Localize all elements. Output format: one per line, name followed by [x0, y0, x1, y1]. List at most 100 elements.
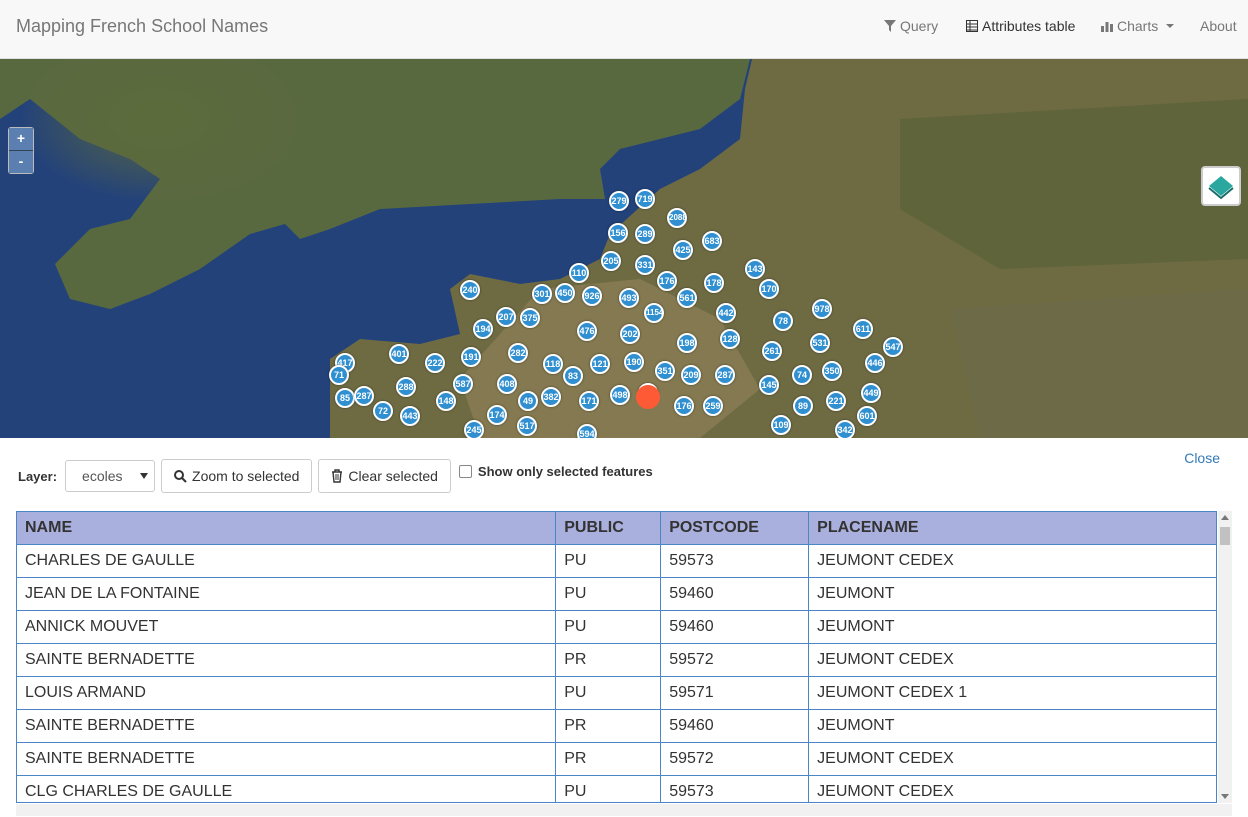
column-header-placename[interactable]: PLACENAME — [808, 512, 1216, 545]
clear-selected-button[interactable]: Clear selected — [318, 459, 451, 493]
map-cluster-marker[interactable]: 401 — [389, 344, 409, 364]
map-cluster-marker[interactable]: 110 — [569, 263, 589, 283]
map-cluster-marker[interactable]: 170 — [759, 279, 779, 299]
table-row[interactable]: ANNICK MOUVET PU 59460 JEUMONT — [17, 610, 1216, 644]
zoom-out-button[interactable]: - — [9, 151, 33, 173]
map-cluster-marker[interactable]: 446 — [865, 353, 885, 373]
show-only-selected-checkbox[interactable]: Show only selected features — [458, 464, 653, 479]
map-cluster-marker[interactable]: 443 — [400, 406, 420, 426]
map-cluster-marker[interactable]: 279 — [609, 191, 629, 211]
map-cluster-marker[interactable]: 176 — [674, 396, 694, 416]
map-cluster-marker[interactable]: 85 — [335, 388, 355, 408]
map-cluster-marker[interactable]: 121 — [590, 354, 610, 374]
map-cluster-marker[interactable]: 493 — [619, 288, 639, 308]
map-cluster-marker[interactable]: 143 — [745, 259, 765, 279]
map-cluster-marker[interactable]: 49 — [518, 391, 538, 411]
scroll-up-icon[interactable] — [1221, 515, 1229, 520]
map-cluster-marker[interactable]: 587 — [453, 374, 473, 394]
map-cluster-marker[interactable]: 449 — [861, 383, 881, 403]
map-cluster-marker[interactable]: 476 — [577, 321, 597, 341]
map-cluster-marker[interactable]: 594 — [577, 424, 597, 438]
map-cluster-marker[interactable]: 978 — [812, 299, 832, 319]
map-cluster-marker[interactable]: 288 — [396, 377, 416, 397]
map-cluster-marker[interactable]: 517 — [517, 416, 537, 436]
nav-attributes-table[interactable]: Attributes table — [966, 18, 1075, 34]
map-cluster-marker[interactable]: 174 — [487, 405, 507, 425]
map-cluster-marker[interactable]: 408 — [497, 374, 517, 394]
map-cluster-marker[interactable]: 601 — [857, 406, 877, 426]
map-cluster-marker[interactable]: 190 — [624, 352, 644, 372]
map-cluster-marker[interactable]: 683 — [702, 231, 722, 251]
selected-feature-marker[interactable] — [636, 385, 660, 409]
nav-about[interactable]: About — [1200, 18, 1237, 34]
map-cluster-marker[interactable]: 198 — [677, 333, 697, 353]
map-cluster-marker[interactable]: 547 — [883, 337, 903, 357]
map-cluster-marker[interactable]: 145 — [759, 375, 779, 395]
map-cluster-marker[interactable]: 1154 — [644, 303, 664, 323]
vertical-scrollbar[interactable] — [1218, 511, 1232, 803]
map-cluster-marker[interactable]: 205 — [601, 251, 621, 271]
map-cluster-marker[interactable]: 148 — [436, 391, 456, 411]
map-cluster-marker[interactable]: 176 — [657, 271, 677, 291]
zoom-in-button[interactable]: + — [9, 128, 33, 151]
map-cluster-marker[interactable]: 222 — [425, 353, 445, 373]
zoom-to-selected-button[interactable]: Zoom to selected — [161, 459, 313, 493]
app-title[interactable]: Mapping French School Names — [16, 16, 268, 37]
map-cluster-marker[interactable]: 561 — [677, 288, 697, 308]
map-cluster-marker[interactable]: 207 — [496, 307, 516, 327]
checkbox-box[interactable] — [458, 464, 472, 478]
map-cluster-marker[interactable]: 531 — [810, 333, 830, 353]
map-cluster-marker[interactable]: 83 — [563, 366, 583, 386]
nav-query[interactable]: Query — [884, 18, 938, 34]
table-row[interactable]: SAINTE BERNADETTE PR 59460 JEUMONT — [17, 709, 1216, 743]
map-cluster-marker[interactable]: 442 — [716, 303, 736, 323]
map-cluster-marker[interactable]: 245 — [464, 420, 484, 438]
map-cluster-marker[interactable]: 109 — [771, 415, 791, 435]
close-link[interactable]: Close — [1184, 450, 1220, 466]
map-cluster-marker[interactable]: 301 — [532, 284, 552, 304]
map-cluster-marker[interactable]: 287 — [715, 365, 735, 385]
map-cluster-marker[interactable]: 375 — [520, 308, 540, 328]
map-cluster-marker[interactable]: 202 — [620, 324, 640, 344]
column-header-postcode[interactable]: POSTCODE — [660, 512, 810, 545]
scrollbar-thumb[interactable] — [1220, 527, 1230, 545]
table-row[interactable]: SAINTE BERNADETTE PR 59572 JEUMONT CEDEX — [17, 643, 1216, 677]
horizontal-scrollbar[interactable] — [16, 804, 1232, 816]
map-cluster-marker[interactable]: 78 — [773, 311, 793, 331]
map-cluster-marker[interactable]: 156 — [608, 223, 628, 243]
map-cluster-marker[interactable]: 194 — [473, 319, 493, 339]
table-row[interactable]: CHARLES DE GAULLE PU 59573 JEUMONT CEDEX — [17, 544, 1216, 578]
table-row[interactable]: SAINTE BERNADETTE PR 59572 JEUMONT CEDEX — [17, 742, 1216, 776]
map-cluster-marker[interactable]: 171 — [579, 391, 599, 411]
map-cluster-marker[interactable]: 351 — [655, 361, 675, 381]
table-row[interactable]: JEAN DE LA FONTAINE PU 59460 JEUMONT — [17, 577, 1216, 611]
map-cluster-marker[interactable]: 178 — [704, 273, 724, 293]
map-cluster-marker[interactable]: 261 — [762, 341, 782, 361]
layer-select[interactable]: ecoles — [65, 460, 156, 492]
map-cluster-marker[interactable]: 331 — [635, 255, 655, 275]
map-cluster-marker[interactable]: 71 — [329, 365, 349, 385]
map-cluster-marker[interactable]: 89 — [793, 396, 813, 416]
map-cluster-marker[interactable]: 74 — [792, 365, 812, 385]
map-cluster-marker[interactable]: 289 — [635, 224, 655, 244]
map-cluster-marker[interactable]: 498 — [610, 385, 630, 405]
map-cluster-marker[interactable]: 72 — [373, 401, 393, 421]
map-cluster-marker[interactable]: 128 — [720, 329, 740, 349]
map-cluster-marker[interactable]: 259 — [703, 396, 723, 416]
map-cluster-marker[interactable]: 191 — [461, 347, 481, 367]
map-cluster-marker[interactable]: 425 — [673, 240, 693, 260]
column-header-public[interactable]: PUBLIC — [555, 512, 662, 545]
map-cluster-marker[interactable]: 118 — [543, 354, 563, 374]
map-cluster-marker[interactable]: 382 — [541, 387, 561, 407]
map-view[interactable]: 279 719 2088 156 289 425 683 205 331 110 176 178 143… — [0, 59, 1248, 438]
table-row[interactable]: LOUIS ARMAND PU 59571 JEUMONT CEDEX 1 — [17, 676, 1216, 710]
map-cluster-marker[interactable]: 221 — [826, 391, 846, 411]
map-cluster-marker[interactable]: 350 — [822, 361, 842, 381]
layer-switcher-button[interactable] — [1201, 166, 1241, 206]
table-row[interactable]: CLG CHARLES DE GAULLE PU 59573 JEUMONT CEDE… — [17, 775, 1216, 802]
nav-charts[interactable]: Charts — [1101, 18, 1175, 34]
map-cluster-marker[interactable]: 611 — [853, 319, 873, 339]
map-cluster-marker[interactable]: 209 — [681, 365, 701, 385]
scroll-down-icon[interactable] — [1221, 794, 1229, 799]
map-cluster-marker[interactable]: 282 — [508, 343, 528, 363]
